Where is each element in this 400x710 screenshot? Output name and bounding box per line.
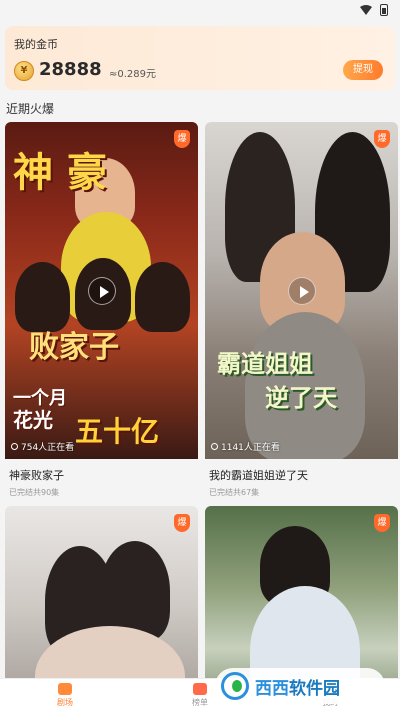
drama-card[interactable]: 神 豪 败家子 一个月 花光 五十亿 爆 754人正在看 神豪败家子 已完结共9… xyxy=(5,122,198,503)
wallet-title: 我的金币 xyxy=(14,38,58,51)
nav-rank-label: 榜单 xyxy=(192,698,208,707)
withdraw-button[interactable]: 提现 xyxy=(343,60,383,80)
battery-icon xyxy=(380,4,388,16)
watermark-text-part2: 软件园 xyxy=(289,678,340,699)
drama-card[interactable]: 霸道姐姐 逆了天 爆 1141人正在看 我的霸道姐姐逆了天 已完结共67集 xyxy=(205,122,398,503)
hot-badge: 爆 xyxy=(374,130,390,148)
drama-poster[interactable]: 神 豪 败家子 一个月 花光 五十亿 爆 754人正在看 xyxy=(5,122,198,459)
drama-title[interactable]: 我的霸道姐姐逆了天 xyxy=(209,467,394,483)
viewer-count: 1141人正在看 xyxy=(211,440,280,453)
poster-title: 霸道姐姐 xyxy=(217,349,313,378)
drama-info: 神豪败家子 已完结共90集 xyxy=(5,459,198,503)
section-title-hot: 近期火爆 xyxy=(6,102,55,116)
poster-subtitle: 逆了天 xyxy=(265,383,337,412)
coin-amount: 28888 xyxy=(39,59,102,80)
poster-caption: 五十亿 xyxy=(75,415,160,448)
watermark-logo-icon xyxy=(221,672,249,700)
poster-subtitle: 败家子 xyxy=(29,330,119,365)
drama-info: 我的霸道姐姐逆了天 已完结共67集 xyxy=(205,459,398,503)
play-icon[interactable] xyxy=(287,276,316,305)
ranking-icon xyxy=(193,683,207,695)
watermark-text: 西西软件园 xyxy=(255,674,340,699)
hot-badge: 爆 xyxy=(374,514,390,532)
coin-wallet-card: 我的金币 ¥ 28888 ≈0.289元 提现 xyxy=(5,26,395,90)
eye-icon xyxy=(11,443,18,450)
watermark-text-part1: 西西 xyxy=(255,678,289,699)
poster-figure xyxy=(135,262,190,332)
poster-title: 神 豪 xyxy=(13,149,107,196)
play-icon[interactable] xyxy=(87,276,116,305)
watermark: 西西软件园 xyxy=(215,668,385,704)
drama-title[interactable]: 神豪败家子 xyxy=(9,467,194,483)
drama-episodes: 已完结共90集 xyxy=(9,488,60,497)
hot-badge: 爆 xyxy=(174,514,190,532)
hot-badge: 爆 xyxy=(174,130,190,148)
viewer-count: 754人正在看 xyxy=(11,440,74,453)
poster-caption: 花光 xyxy=(13,408,53,432)
drama-poster[interactable]: 霸道姐姐 逆了天 爆 1141人正在看 xyxy=(205,122,398,459)
theater-icon xyxy=(58,683,72,695)
status-bar xyxy=(0,0,400,22)
coin-rate: ≈0.289元 xyxy=(109,69,157,80)
nav-home[interactable]: 剧场 xyxy=(45,683,85,708)
wifi-icon xyxy=(360,5,372,15)
eye-icon xyxy=(211,443,218,450)
viewer-count-text: 754人正在看 xyxy=(21,443,75,453)
viewer-count-text: 1141人正在看 xyxy=(221,443,280,453)
drama-episodes: 已完结共67集 xyxy=(209,488,260,497)
coin-icon: ¥ xyxy=(14,61,34,81)
status-icons xyxy=(360,4,388,16)
nav-home-label: 剧场 xyxy=(57,698,73,707)
nav-rank[interactable]: 榜单 xyxy=(180,683,220,708)
